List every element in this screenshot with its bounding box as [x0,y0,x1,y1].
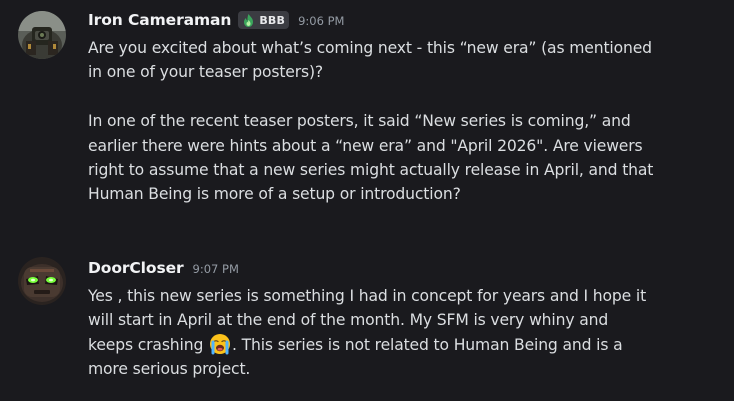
timestamp: 9:07 PM [192,262,239,276]
message-line: will start in April at the end of the mo… [88,311,609,330]
message-header: DoorCloser 9:07 PM [88,257,239,279]
message-iron-cameraman: Iron Cameraman BBB 9:06 PM Are you excit… [0,9,734,229]
message-line: Yes , this new series is something I had… [88,287,647,305]
message-line: In one of the recent teaser posters, it … [88,112,631,131]
server-tag-label: BBB [259,13,286,27]
message-line: in one of your teaser posters)? [88,63,324,82]
loudly-crying-face-emoji[interactable] [209,333,231,355]
message-line: Are you excited about what’s coming next… [88,39,652,57]
green-flame-icon [241,13,256,28]
message-text: . This series is not related to Human Be… [232,335,623,354]
timestamp: 9:06 PM [298,14,345,28]
message-header: Iron Cameraman BBB 9:06 PM [88,9,344,31]
message-content: Yes , this new series is something I had… [88,284,724,382]
message-content: Are you excited about what’s coming next… [88,36,724,207]
message-line: keeps crashing . This series is not rela… [88,333,724,357]
chat-messages: Iron Cameraman BBB 9:06 PM Are you excit… [0,0,734,401]
username[interactable]: DoorCloser [88,259,184,277]
avatar-doorcloser[interactable] [18,257,66,305]
username[interactable]: Iron Cameraman [88,11,231,29]
message-line: right to assume that a new series might … [88,161,654,180]
message-line: earlier there were hints about a “new er… [88,136,643,155]
message-doorcloser: DoorCloser 9:07 PM Yes , this new series… [0,257,734,397]
avatar-iron-cameraman[interactable] [18,11,66,59]
message-text: keeps crashing [88,335,209,354]
server-tag[interactable]: BBB [238,11,290,29]
message-line: Human Being is more of a setup or introd… [88,185,461,204]
message-line: more serious project. [88,360,251,379]
